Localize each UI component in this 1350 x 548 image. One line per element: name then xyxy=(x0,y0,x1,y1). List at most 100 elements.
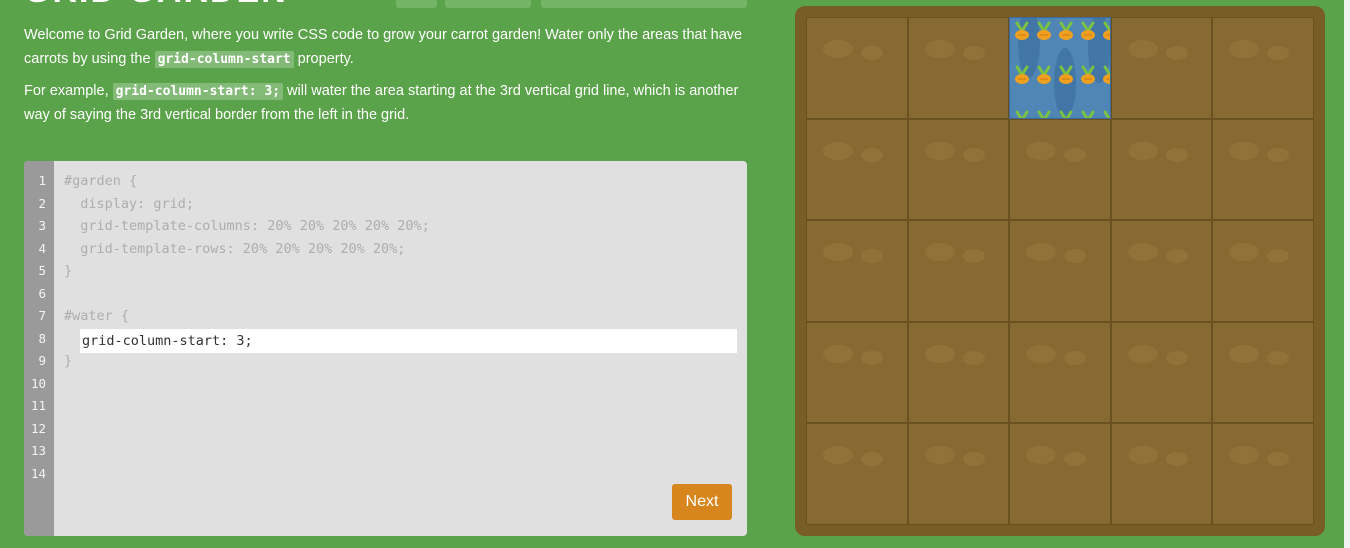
css-editor: 1 #garden { 2 display: grid; 3 grid-templat… xyxy=(24,161,747,536)
soil-cell xyxy=(1009,423,1111,525)
soil-clod xyxy=(1127,243,1158,262)
soil-clod xyxy=(861,452,883,467)
soil-cell xyxy=(1110,321,1213,424)
line-number: 12 xyxy=(30,420,46,436)
carrot-icon xyxy=(1059,21,1074,40)
soil-clod xyxy=(1127,141,1158,160)
soil-clod xyxy=(1165,249,1188,264)
line-number: 9 xyxy=(38,353,46,368)
soil-cell xyxy=(1212,220,1314,322)
soil-clod xyxy=(1127,446,1158,465)
line-number: 2 xyxy=(38,195,46,211)
carrot-icon xyxy=(1103,110,1110,118)
line-number: 3 xyxy=(38,218,46,233)
soil-cell xyxy=(806,118,908,221)
line-number: 7 xyxy=(38,308,46,323)
soil-clod xyxy=(823,446,853,465)
soil-clod xyxy=(1267,350,1290,365)
soil-clod xyxy=(1064,249,1087,264)
soil-clod xyxy=(1229,141,1260,160)
soil-cell xyxy=(1212,17,1314,119)
soil-clod xyxy=(1127,344,1158,363)
level-select-button[interactable] xyxy=(541,0,747,8)
level-indicator-button[interactable] xyxy=(445,0,531,8)
carrot-icon xyxy=(1081,110,1095,118)
water-area xyxy=(1009,17,1111,119)
soil-cell xyxy=(907,321,1010,424)
soil-cell xyxy=(907,423,1010,525)
soil-clod xyxy=(1267,46,1290,60)
carrot-icon xyxy=(1037,21,1052,40)
soil-cell xyxy=(907,17,1010,119)
soil-clod xyxy=(823,344,853,363)
soil-cell xyxy=(806,321,908,424)
carrot-icon xyxy=(1015,21,1030,40)
garden-board xyxy=(795,6,1325,536)
code-text: grid-template-rows: 20% 20% 20% 20% 20%; xyxy=(64,240,406,257)
soil-clod xyxy=(962,46,985,60)
carrot-icon xyxy=(1059,65,1074,84)
soil-clod xyxy=(1165,46,1188,60)
code-text: #garden { xyxy=(64,173,138,189)
soil-cell xyxy=(1009,321,1111,424)
carrot-icon xyxy=(1037,65,1052,84)
soil-cell xyxy=(1009,118,1111,221)
soil-cell xyxy=(806,220,908,322)
soil-cell xyxy=(1212,423,1314,525)
soil-clod xyxy=(962,350,985,365)
soil-clod xyxy=(1229,344,1260,363)
carrot-icon xyxy=(1081,65,1096,84)
soil-clod xyxy=(1165,350,1188,365)
line-number: 11 xyxy=(30,398,46,413)
carrot-icon xyxy=(1037,110,1051,118)
instructions-paragraph-1: Welcome to Grid Garden, where you write … xyxy=(24,27,743,68)
soil-clod xyxy=(924,141,955,160)
line-number: 14 xyxy=(30,465,46,481)
garden-grid xyxy=(806,17,1314,525)
soil-cell xyxy=(806,17,908,119)
example-code: grid-column-start: 3; xyxy=(112,83,284,100)
line-number: 6 xyxy=(38,285,46,301)
soil-cell xyxy=(806,423,908,525)
level-prev-button[interactable] xyxy=(396,0,437,8)
soil-clod xyxy=(1127,40,1158,58)
soil-cell xyxy=(1212,321,1314,424)
soil-clod xyxy=(1064,452,1087,467)
soil-cell xyxy=(907,118,1010,221)
code-text: grid-template-columns: 20% 20% 20% 20% 2… xyxy=(64,218,430,234)
carrot-icon xyxy=(1059,110,1073,118)
code-text: } xyxy=(64,353,73,369)
carrot-icon xyxy=(1015,65,1030,84)
soil-cell xyxy=(1212,118,1314,221)
soil-clod xyxy=(823,243,853,262)
line-number: 8 xyxy=(38,330,46,346)
soil-clod xyxy=(924,446,955,465)
soil-clod xyxy=(924,344,955,363)
page-title: GRID GARDEN xyxy=(24,0,288,8)
line-number: 13 xyxy=(30,443,46,458)
soil-clod xyxy=(1064,350,1087,365)
page-scrollbar[interactable] xyxy=(1344,0,1350,548)
soil-clod xyxy=(1229,40,1260,58)
soil-clod xyxy=(1229,243,1260,262)
line-number: 1 xyxy=(38,173,46,188)
soil-clod xyxy=(1229,446,1260,465)
soil-cell xyxy=(1009,220,1111,322)
soil-cell xyxy=(907,220,1010,322)
carrot-icon xyxy=(1081,21,1096,40)
soil-clod xyxy=(823,40,853,58)
code-text: display: grid; xyxy=(64,195,195,212)
next-button[interactable]: Next xyxy=(672,484,732,520)
instructions-paragraph-2: For example, grid-column-start: 3; will … xyxy=(24,83,739,123)
soil-clod xyxy=(1026,243,1057,262)
soil-clod xyxy=(1165,147,1188,162)
soil-clod xyxy=(962,147,985,162)
line-number: 10 xyxy=(30,375,46,391)
css-input[interactable] xyxy=(80,329,737,353)
soil-clod xyxy=(1267,147,1290,162)
code-text: } xyxy=(64,263,73,279)
soil-clod xyxy=(1026,141,1057,160)
soil-clod xyxy=(924,243,955,262)
soil-clod xyxy=(1165,452,1188,467)
code-text: #water { xyxy=(64,308,130,324)
